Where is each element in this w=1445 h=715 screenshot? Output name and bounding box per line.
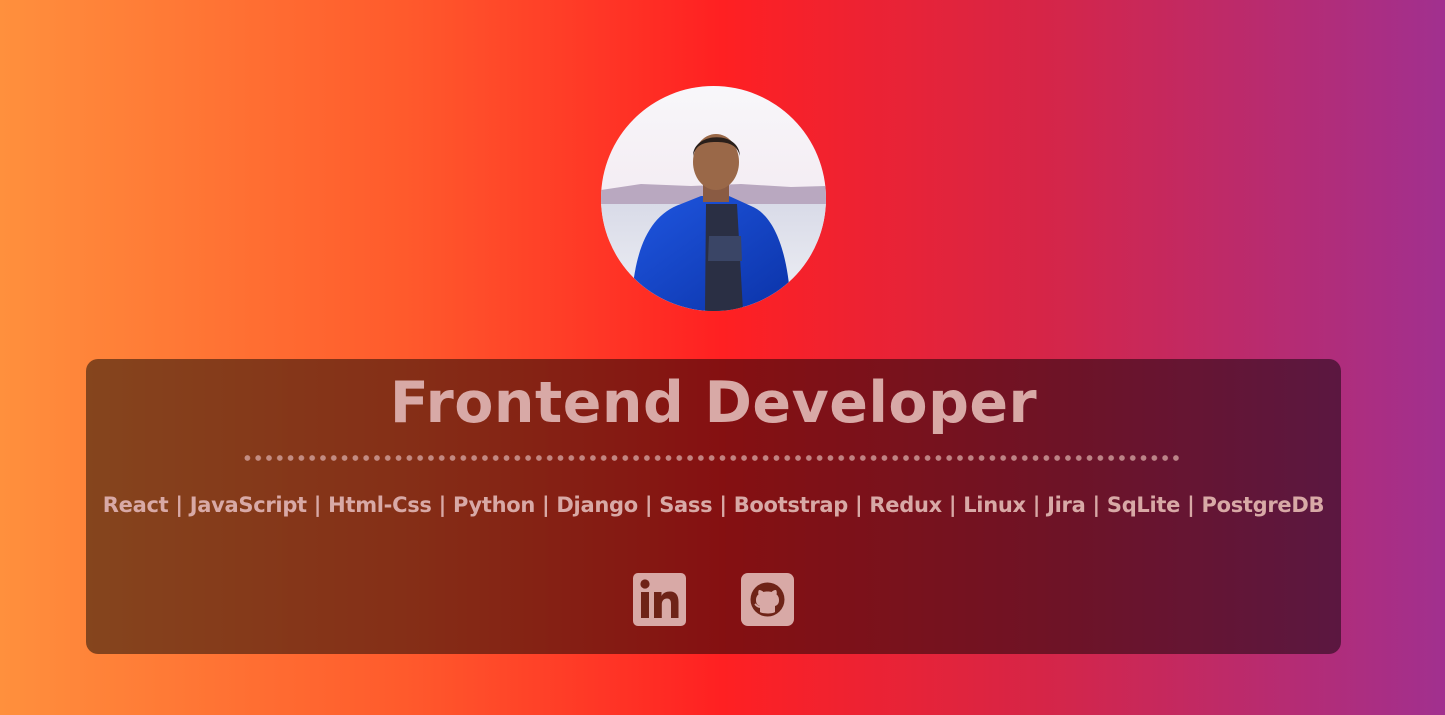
profile-photo <box>601 86 826 311</box>
skills-list: React | JavaScript | Html-Css | Python |… <box>102 493 1325 517</box>
github-link[interactable] <box>741 573 794 626</box>
linkedin-icon <box>633 573 686 626</box>
social-links <box>633 573 794 626</box>
dotted-divider <box>242 454 1182 462</box>
linkedin-link[interactable] <box>633 573 686 626</box>
avatar <box>601 86 826 311</box>
profile-card: Frontend Developer React | JavaScript | … <box>86 359 1341 654</box>
github-icon <box>741 573 794 626</box>
page-title: Frontend Developer <box>389 370 1038 436</box>
